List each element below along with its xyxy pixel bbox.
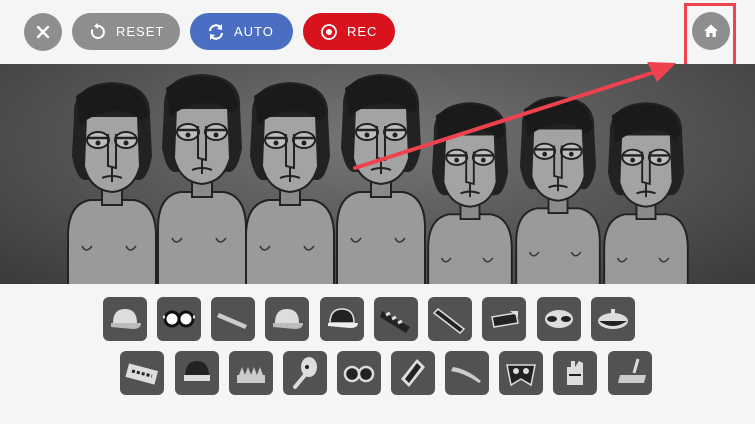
cap-dark-icon [328, 308, 358, 328]
character-4[interactable] [336, 74, 426, 284]
icon-slot-row1-7[interactable] [428, 297, 472, 341]
reset-button[interactable]: RESET [72, 13, 180, 50]
icon-slot-row2-8[interactable] [499, 351, 543, 395]
microphone-icon [293, 357, 317, 389]
character-1[interactable] [67, 82, 157, 284]
refresh-icon [88, 22, 108, 42]
close-button[interactable] [24, 13, 62, 51]
top-toolbar: RESET AUTO REC [0, 0, 755, 67]
record-icon [319, 22, 339, 42]
icon-slot-row1-4[interactable] [265, 297, 309, 341]
close-icon [36, 25, 50, 39]
glove-icon [567, 361, 583, 385]
mask-icon [545, 310, 573, 328]
reset-label: RESET [116, 24, 165, 39]
cap-icon [111, 309, 141, 329]
bat-mask-icon [506, 364, 536, 387]
beanie-icon [184, 361, 210, 381]
hat-icon [491, 311, 519, 328]
home-icon [704, 24, 718, 37]
character-5[interactable] [427, 102, 513, 284]
striped-band-icon [380, 311, 410, 333]
character-7[interactable] [603, 102, 689, 284]
character-6[interactable] [515, 96, 601, 284]
icon-slot-row1-10[interactable] [591, 297, 635, 341]
headband-icon [217, 313, 247, 329]
sound-icon-tray [0, 284, 755, 424]
icon-slot-row2-9[interactable] [553, 351, 597, 395]
character-stage [0, 64, 755, 284]
keyboard-icon [125, 363, 159, 385]
icon-slot-row2-1[interactable] [120, 351, 164, 395]
headband-thin-icon [451, 367, 481, 383]
band-icon [432, 308, 466, 334]
home-button[interactable] [692, 12, 730, 50]
characters-layer [67, 74, 689, 284]
icon-slot-row2-2[interactable] [175, 351, 219, 395]
icon-slot-row2-3[interactable] [229, 351, 273, 395]
diamond-icon [401, 359, 425, 387]
icon-slot-row2-6[interactable] [391, 351, 435, 395]
cap-icon [273, 309, 303, 329]
icon-slot-row2-5[interactable] [337, 351, 381, 395]
icon-slot-row1-2[interactable] [157, 297, 201, 341]
character-3[interactable] [245, 82, 335, 284]
sync-icon [206, 22, 226, 42]
icon-slot-row2-7[interactable] [445, 351, 489, 395]
icon-slot-row1-8[interactable] [482, 297, 526, 341]
icon-slot-row1-9[interactable] [537, 297, 581, 341]
character-2[interactable] [157, 74, 247, 284]
broom-icon [618, 358, 646, 383]
rec-label: REC [347, 24, 378, 39]
icon-slot-row1-6[interactable] [374, 297, 418, 341]
auto-label: AUTO [234, 24, 274, 39]
icon-slot-row1-1[interactable] [103, 297, 147, 341]
icon-slot-row1-5[interactable] [320, 297, 364, 341]
rec-button[interactable]: REC [303, 13, 395, 50]
spiked-band-icon [237, 367, 265, 383]
glasses-icon [343, 365, 375, 383]
beret-icon [598, 309, 628, 329]
goggles-icon [163, 310, 195, 328]
icon-slot-row2-4[interactable] [283, 351, 327, 395]
auto-button[interactable]: AUTO [190, 13, 293, 50]
icon-slot-row2-10[interactable] [608, 351, 652, 395]
icon-slot-row1-3[interactable] [211, 297, 255, 341]
